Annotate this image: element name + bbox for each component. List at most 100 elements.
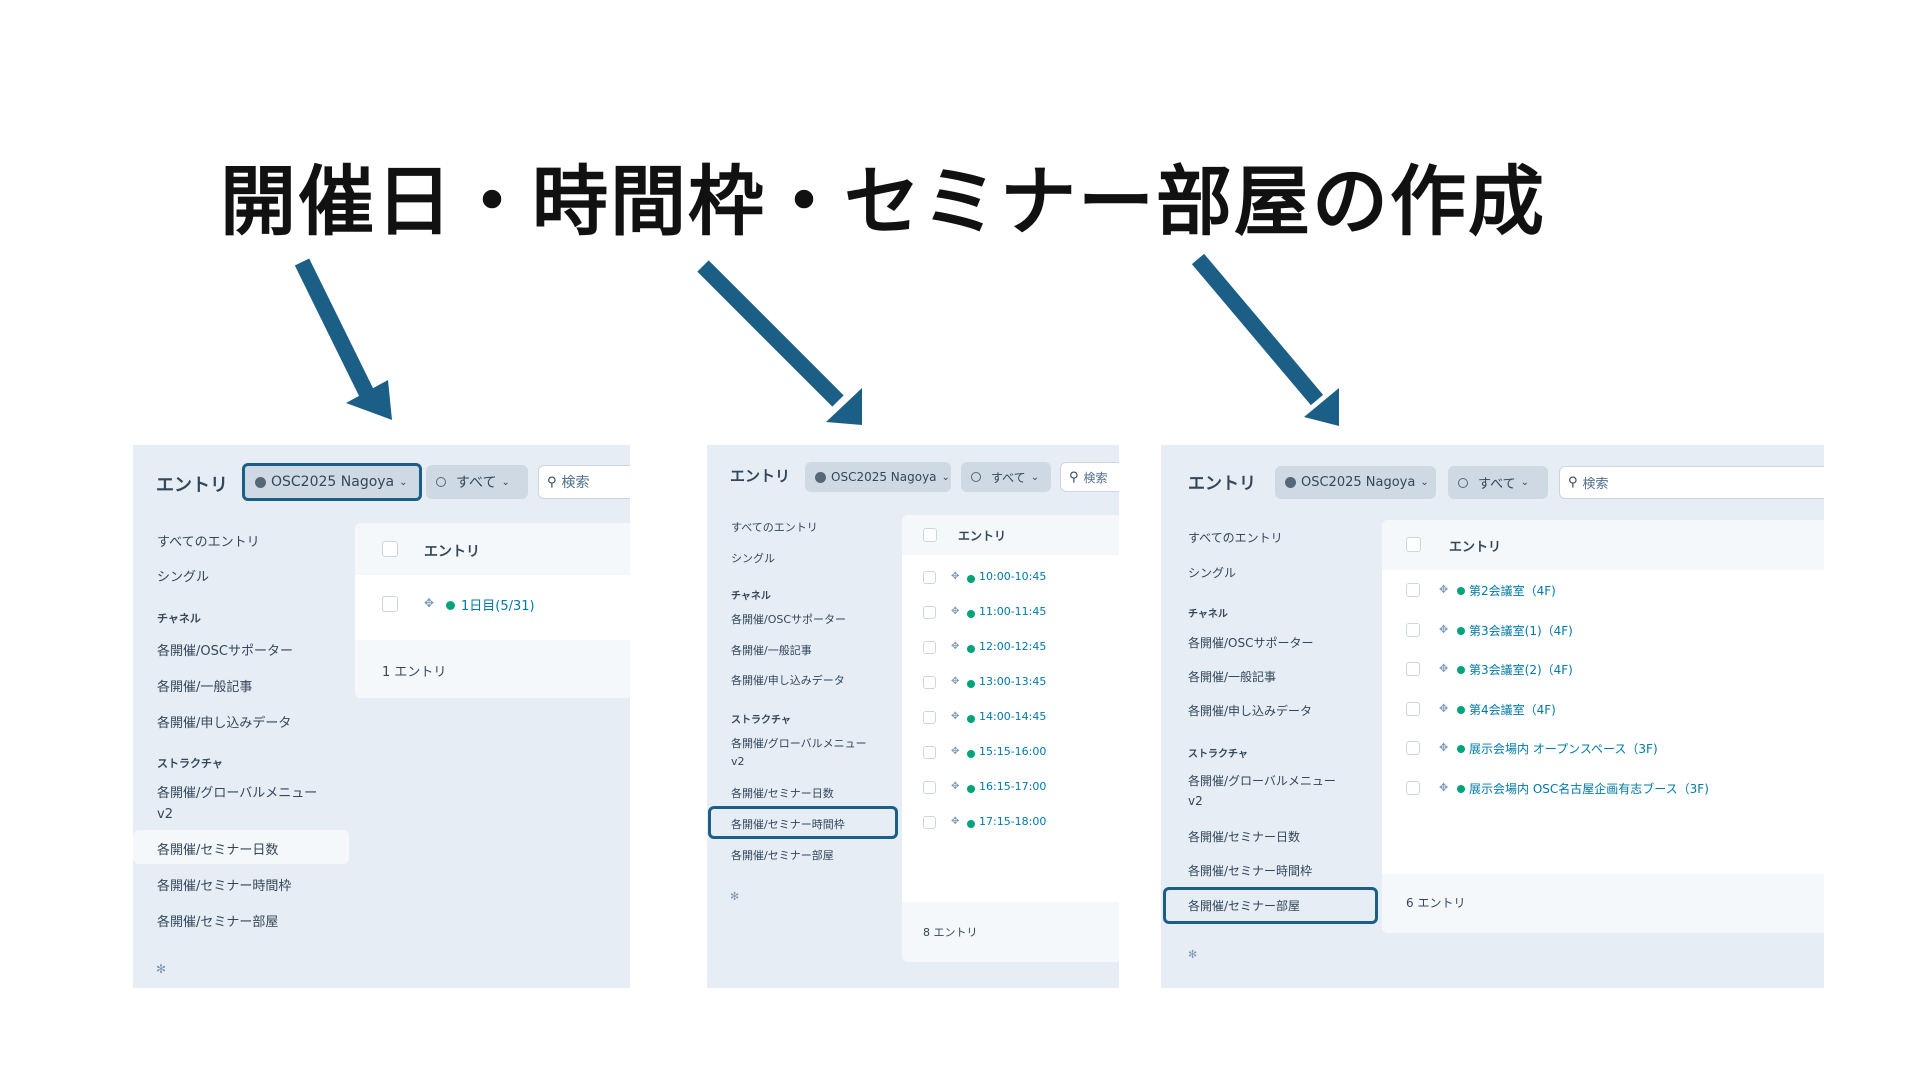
entries-table: エントリ ✥ 10:00-10:45 ✥ 11:00-11:45 ✥ 12:00-12:4… bbox=[902, 515, 1119, 962]
nav-structure-seminar-rooms[interactable]: 各開催/セミナー部屋 bbox=[731, 847, 834, 863]
entry-link[interactable]: 第4会議室（4F) bbox=[1469, 701, 1556, 718]
nav-structure-seminar-rooms[interactable]: 各開催/セミナー部屋 bbox=[1188, 897, 1300, 914]
arrow-to-panel-2 bbox=[697, 260, 862, 425]
nav-channel-general-articles[interactable]: 各開催/一般記事 bbox=[731, 642, 812, 658]
nav-structure-seminar-days[interactable]: 各開催/セミナー日数 bbox=[731, 785, 834, 801]
nav-structure-global-menu[interactable]: 各開催/グローバルメニュー v2 bbox=[731, 735, 867, 771]
nav-all-entries[interactable]: すべてのエントリ bbox=[731, 519, 818, 535]
entry-count: 8 エントリ bbox=[923, 926, 978, 939]
nav-single[interactable]: シングル bbox=[157, 566, 209, 585]
gear-icon[interactable]: ✻ bbox=[1188, 948, 1197, 961]
nav-structure-seminar-rooms[interactable]: 各開催/セミナー部屋 bbox=[157, 911, 278, 930]
drag-handle-icon[interactable]: ✥ bbox=[951, 641, 959, 652]
nav-single[interactable]: シングル bbox=[731, 550, 775, 566]
nav-channel-applications[interactable]: 各開催/申し込みデータ bbox=[731, 672, 845, 688]
nav-structure-header: ストラクチャ bbox=[1188, 749, 1248, 760]
search-input[interactable]: ⚲ 検索 bbox=[538, 465, 630, 499]
drag-handle-icon[interactable]: ✥ bbox=[951, 571, 959, 582]
select-all-checkbox[interactable] bbox=[1406, 537, 1421, 552]
nav-structure-global-menu[interactable]: 各開催/グローバルメニュー v2 bbox=[157, 783, 317, 825]
row-checkbox[interactable] bbox=[1406, 662, 1420, 676]
nav-all-entries[interactable]: すべてのエントリ bbox=[1188, 529, 1283, 546]
entry-link[interactable]: 第3会議室(2)（4F) bbox=[1469, 661, 1573, 678]
nav-structure-seminar-timeslots[interactable]: 各開催/セミナー時間枠 bbox=[731, 816, 845, 832]
site-select[interactable]: OSC2025 Nagoya ⌄ bbox=[242, 463, 422, 501]
row-checkbox[interactable] bbox=[1406, 583, 1420, 597]
row-checkbox[interactable] bbox=[923, 781, 936, 794]
drag-handle-icon[interactable]: ✥ bbox=[1439, 741, 1448, 754]
row-checkbox[interactable] bbox=[1406, 622, 1420, 637]
row-checkbox[interactable] bbox=[923, 676, 936, 689]
drag-handle-icon[interactable]: ✥ bbox=[1439, 623, 1448, 636]
nav-single[interactable]: シングル bbox=[1188, 564, 1236, 581]
entry-link[interactable]: 14:00-14:45 bbox=[979, 710, 1046, 723]
gear-icon[interactable]: ✻ bbox=[156, 962, 166, 976]
status-select[interactable]: すべて ⌄ bbox=[961, 462, 1051, 492]
nav-channel-general-articles[interactable]: 各開催/一般記事 bbox=[157, 676, 252, 695]
row-checkbox[interactable] bbox=[1406, 780, 1420, 795]
drag-handle-icon[interactable]: ✥ bbox=[951, 816, 959, 827]
nav-structure-seminar-days[interactable]: 各開催/セミナー日数 bbox=[1188, 828, 1300, 845]
entry-link[interactable]: 13:00-13:45 bbox=[979, 675, 1046, 688]
nav-all-entries[interactable]: すべてのエントリ bbox=[157, 531, 260, 550]
row-checkbox[interactable] bbox=[1406, 741, 1420, 755]
site-select[interactable]: OSC2025 Nagoya ⌄ bbox=[1275, 466, 1436, 499]
nav-structure-seminar-timeslots[interactable]: 各開催/セミナー時間枠 bbox=[1188, 862, 1312, 879]
drag-handle-icon[interactable]: ✥ bbox=[1439, 702, 1448, 715]
nav-structure-seminar-timeslots[interactable]: 各開催/セミナー時間枠 bbox=[157, 875, 291, 894]
search-input[interactable]: ⚲ 検索 bbox=[1060, 462, 1119, 492]
entries-table: エントリ ✥ 1日目(5/31) 1 エントリ bbox=[355, 523, 630, 698]
search-input[interactable]: ⚲ 検索 bbox=[1559, 466, 1824, 499]
drag-handle-icon[interactable]: ✥ bbox=[1439, 662, 1448, 675]
row-checkbox[interactable] bbox=[1406, 701, 1420, 716]
row-checkbox[interactable] bbox=[923, 606, 936, 619]
drag-handle-icon[interactable]: ✥ bbox=[951, 746, 959, 757]
select-all-checkbox[interactable] bbox=[382, 541, 398, 557]
entry-count: 6 エントリ bbox=[1406, 896, 1466, 910]
entry-link[interactable]: 第2会議室（4F) bbox=[1469, 582, 1556, 599]
entry-link[interactable]: 15:15-16:00 bbox=[979, 745, 1046, 758]
gear-icon[interactable]: ✻ bbox=[730, 890, 739, 903]
entry-link[interactable]: 1日目(5/31) bbox=[461, 595, 535, 614]
nav-channel-applications[interactable]: 各開催/申し込みデータ bbox=[1188, 702, 1312, 719]
arrow-to-panel-1 bbox=[294, 258, 392, 420]
entry-link[interactable]: 16:15-17:00 bbox=[979, 780, 1046, 793]
nav-structure-global-menu[interactable]: 各開催/グローバルメニュー v2 bbox=[1188, 771, 1336, 811]
nav-channel-applications[interactable]: 各開催/申し込みデータ bbox=[157, 712, 291, 731]
entry-link[interactable]: 第3会議室(1)（4F) bbox=[1469, 622, 1573, 639]
nav-channel-osc-supporter[interactable]: 各開催/OSCサポーター bbox=[157, 640, 293, 659]
row-checkbox[interactable] bbox=[923, 641, 936, 654]
nav-structure-seminar-days[interactable]: 各開催/セミナー日数 bbox=[157, 839, 278, 858]
drag-handle-icon[interactable]: ✥ bbox=[951, 606, 959, 617]
entry-link[interactable]: 10:00-10:45 bbox=[979, 570, 1046, 583]
nav-channel-general-articles[interactable]: 各開催/一般記事 bbox=[1188, 668, 1276, 685]
drag-handle-icon[interactable]: ✥ bbox=[951, 676, 959, 687]
row-checkbox[interactable] bbox=[923, 711, 936, 724]
nav-channel-header: チャネル bbox=[731, 591, 771, 602]
entry-link[interactable]: 11:00-11:45 bbox=[979, 605, 1046, 618]
site-select[interactable]: OSC2025 Nagoya ⌄ bbox=[805, 462, 951, 492]
entry-link[interactable]: 17:15-18:00 bbox=[979, 815, 1046, 828]
row-checkbox[interactable] bbox=[923, 746, 936, 759]
table-footer: 8 エントリ bbox=[902, 902, 1119, 962]
drag-handle-icon[interactable]: ✥ bbox=[424, 596, 434, 610]
row-checkbox[interactable] bbox=[382, 596, 398, 612]
published-status-dot bbox=[1457, 784, 1465, 793]
entries-panel-rooms: エントリ OSC2025 Nagoya ⌄ すべて ⌄ ⚲ 検索 すべてのエント… bbox=[1161, 445, 1824, 988]
drag-handle-icon[interactable]: ✥ bbox=[1439, 781, 1448, 794]
nav-channel-osc-supporter[interactable]: 各開催/OSCサポーター bbox=[731, 611, 846, 627]
select-all-checkbox[interactable] bbox=[923, 528, 937, 542]
entry-link[interactable]: 12:00-12:45 bbox=[979, 640, 1046, 653]
published-status-dot bbox=[967, 750, 975, 758]
entry-link[interactable]: 展示会場内 オープンスペース（3F) bbox=[1469, 740, 1658, 757]
entry-link[interactable]: 展示会場内 OSC名古屋企画有志ブース（3F) bbox=[1469, 780, 1709, 797]
nav-channel-osc-supporter[interactable]: 各開催/OSCサポーター bbox=[1188, 634, 1314, 651]
row-checkbox[interactable] bbox=[923, 816, 936, 829]
drag-handle-icon[interactable]: ✥ bbox=[951, 781, 959, 792]
drag-handle-icon[interactable]: ✥ bbox=[951, 711, 959, 722]
row-checkbox[interactable] bbox=[923, 571, 936, 584]
status-select[interactable]: すべて ⌄ bbox=[1448, 466, 1548, 499]
status-circle-icon bbox=[1458, 477, 1468, 488]
status-select[interactable]: すべて ⌄ bbox=[426, 465, 528, 499]
drag-handle-icon[interactable]: ✥ bbox=[1439, 583, 1448, 596]
